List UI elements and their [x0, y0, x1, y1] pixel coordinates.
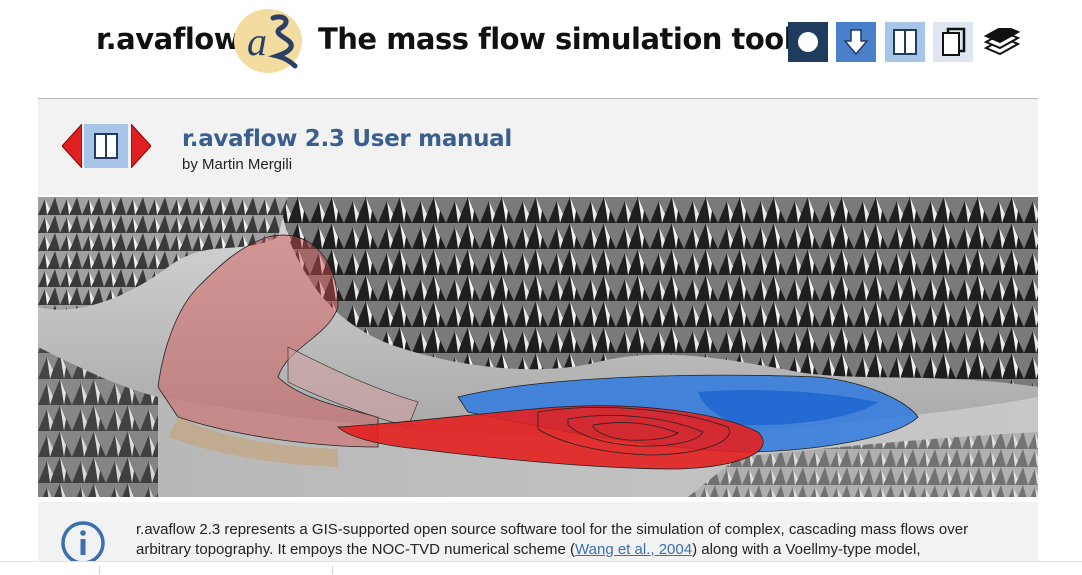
toc-button[interactable]	[84, 124, 128, 168]
bottom-strip	[0, 561, 1082, 575]
manual-author: by Martin Mergili	[182, 156, 293, 173]
page-button[interactable]	[933, 22, 973, 62]
divider	[99, 566, 100, 574]
right-arrow-icon	[130, 122, 152, 170]
logo: a	[233, 8, 303, 74]
download-arrow-icon	[843, 29, 869, 56]
info-text-end: ) along with a Voellmy-type model,	[692, 540, 921, 558]
app-name: r.avaflow	[96, 22, 241, 56]
info-icon	[60, 520, 106, 566]
record-button[interactable]	[788, 22, 828, 62]
left-arrow-icon	[61, 122, 83, 170]
layers-icon	[984, 28, 1020, 56]
reference-link[interactable]: Wang et al., 2004	[575, 541, 692, 558]
circle-icon	[798, 32, 818, 52]
download-button[interactable]	[836, 22, 876, 62]
top-header: r.avaflow a The mass flow simulation too…	[0, 0, 1082, 98]
info-paragraph: r.avaflow 2.3 represents a GIS-supported…	[136, 520, 1016, 559]
layout-button[interactable]	[885, 22, 925, 62]
manual-title: r.avaflow 2.3 User manual	[182, 126, 512, 152]
divider	[332, 566, 333, 574]
previous-page-button[interactable]	[61, 122, 83, 170]
next-page-button[interactable]	[130, 122, 152, 170]
layers-button[interactable]	[982, 22, 1022, 62]
manual-header: r.avaflow 2.3 User manual by Martin Merg…	[38, 99, 1038, 195]
tagline: The mass flow simulation tool	[318, 22, 794, 56]
page-icon	[942, 27, 966, 56]
terrain-simulation-image	[38, 197, 1038, 497]
columns-icon	[893, 29, 917, 55]
logo-letter: a	[247, 19, 267, 64]
columns-icon	[94, 133, 118, 159]
